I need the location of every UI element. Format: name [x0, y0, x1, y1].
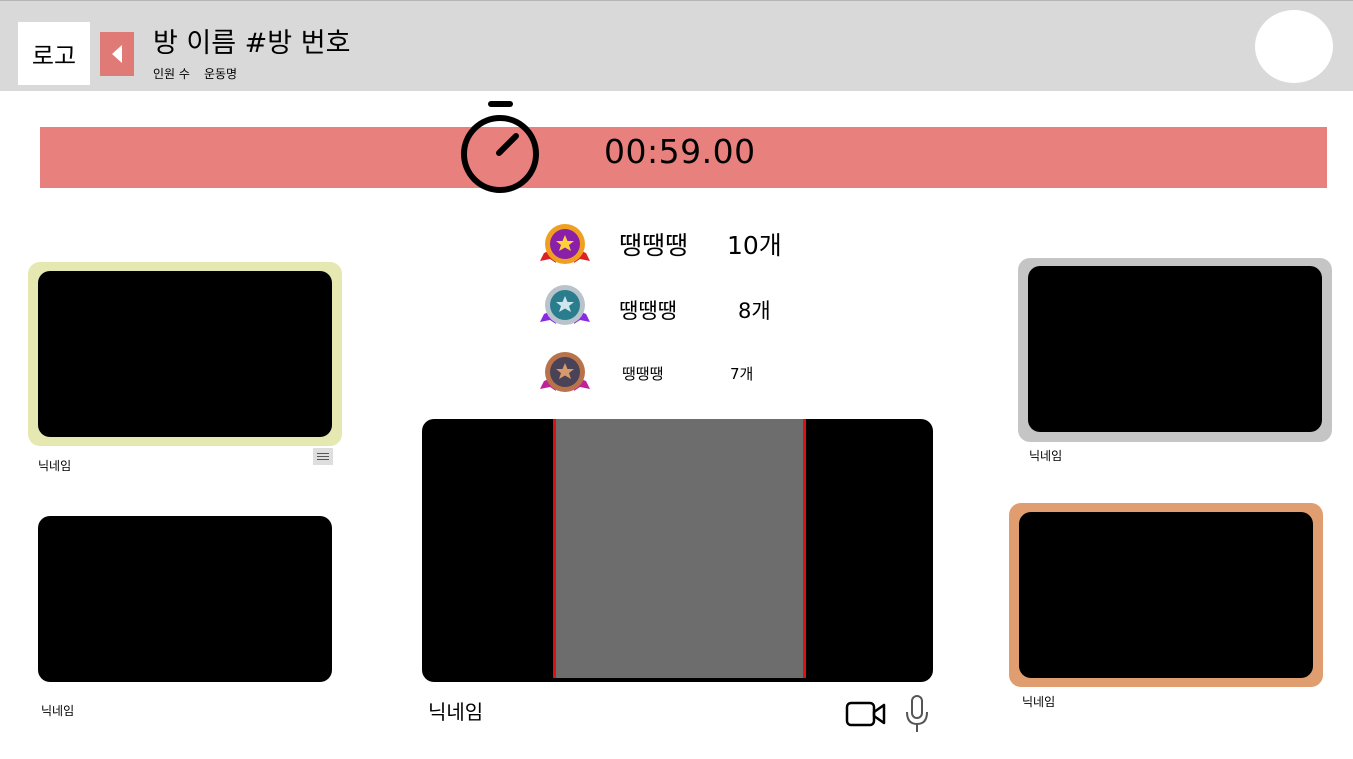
video-camera-icon[interactable]: [845, 700, 887, 728]
bronze-medal-icon: [540, 352, 590, 392]
participant-video-left-bottom[interactable]: [38, 516, 332, 682]
rank-3-count: 7개: [730, 365, 754, 383]
logo[interactable]: 로고: [18, 22, 90, 85]
my-nickname: 닉네임: [428, 700, 484, 724]
participant-nickname: 닉네임: [1029, 449, 1063, 463]
room-title: 방 이름 #방 번호: [153, 28, 351, 59]
silver-medal-icon: [540, 285, 590, 325]
rank-2-count: 8개: [738, 299, 771, 323]
participant-video-left-top[interactable]: [38, 271, 332, 437]
my-video[interactable]: [422, 419, 933, 682]
member-count: 인원 수: [153, 67, 190, 81]
rank-2-name: 땡땡땡: [619, 299, 677, 323]
exercise-name: 운동명: [203, 67, 238, 81]
participant-nickname: 닉네임: [1022, 695, 1056, 709]
pose-guide-frame: [553, 419, 806, 678]
timer-display: 00:59.00: [604, 132, 756, 171]
participant-video-right-bottom[interactable]: [1019, 512, 1313, 678]
microphone-icon[interactable]: [904, 694, 930, 734]
avatar[interactable]: [1255, 10, 1333, 83]
participant-video-right-top[interactable]: [1028, 266, 1322, 432]
back-arrow-icon: [112, 45, 122, 63]
gold-medal-icon: [540, 224, 590, 264]
back-button[interactable]: [100, 32, 134, 76]
participant-nickname: 닉네임: [38, 459, 72, 473]
rank-1-count: 10개: [727, 231, 782, 260]
rank-3-name: 땡땡땡: [622, 365, 664, 383]
participant-nickname: 닉네임: [41, 704, 75, 718]
room-info: 인원 수 운동명: [153, 65, 251, 82]
rank-1-name: 땡땡땡: [619, 231, 689, 260]
menu-icon[interactable]: [313, 448, 333, 465]
top-header: 로고 방 이름 #방 번호 인원 수 운동명: [0, 0, 1353, 91]
stopwatch-icon: [461, 101, 539, 193]
